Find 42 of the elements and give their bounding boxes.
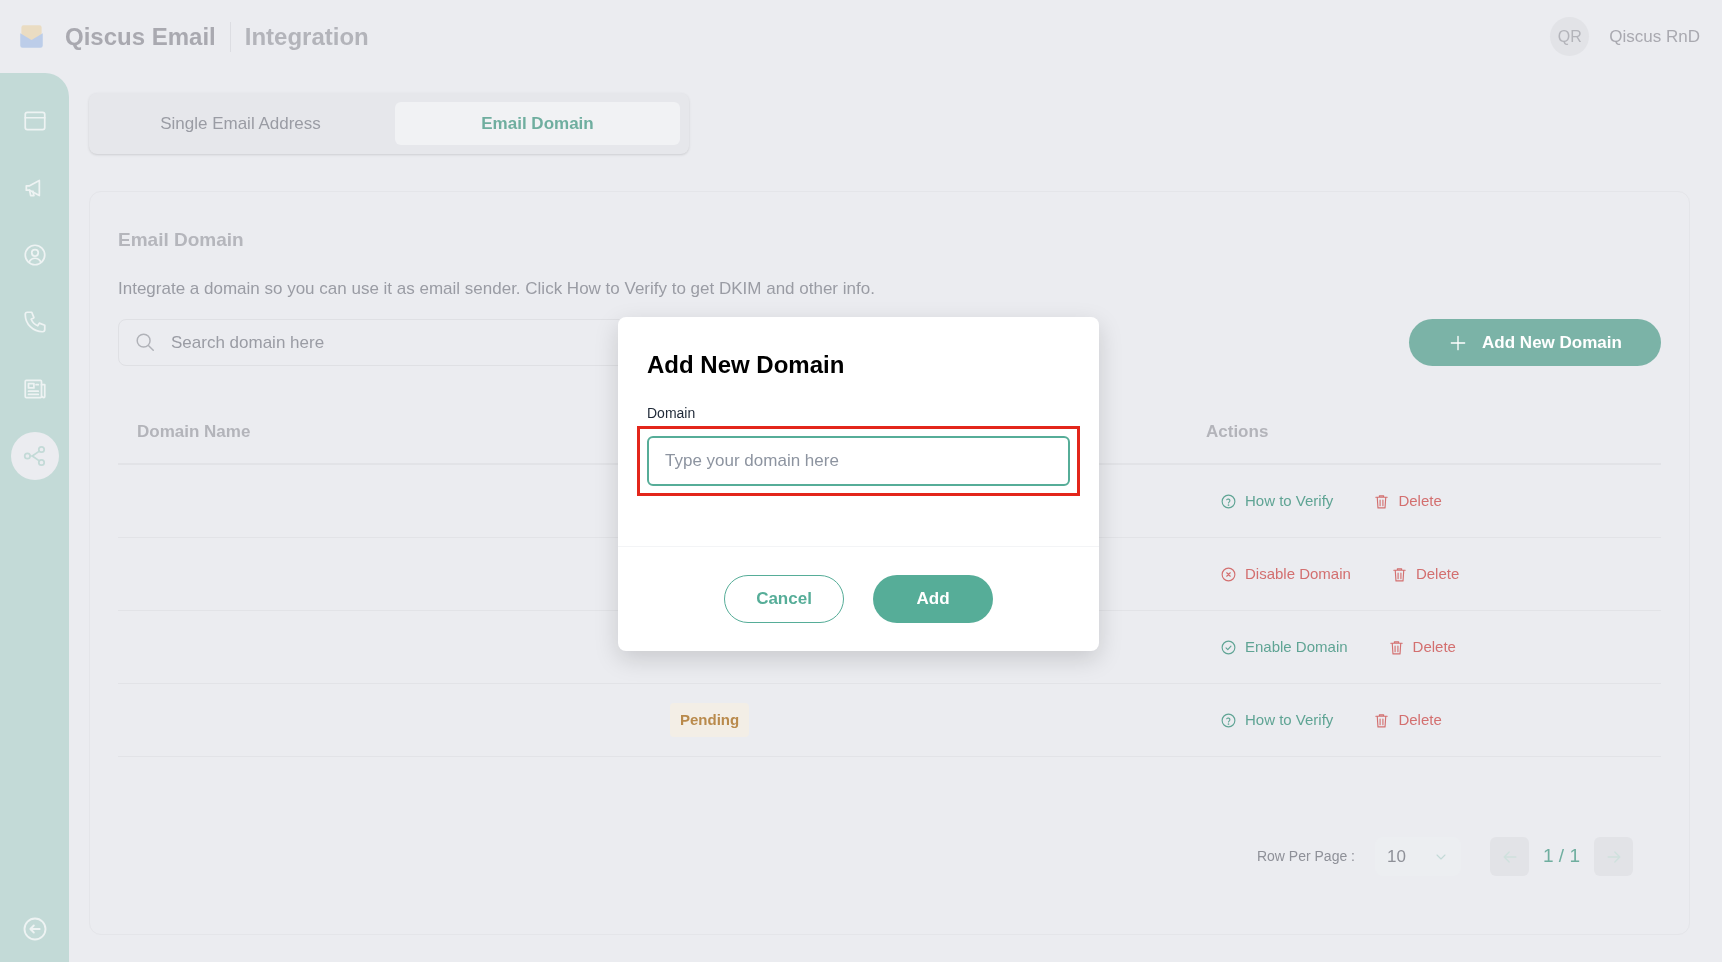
sidebar-item[interactable]	[10, 432, 59, 480]
cancel-button[interactable]: Cancel	[724, 575, 844, 623]
delete-link[interactable]: Delete	[1390, 562, 1460, 586]
user-icon	[21, 242, 48, 268]
envelope-icon	[18, 23, 45, 50]
add-domain-button[interactable]: Add New Domain	[1409, 319, 1661, 366]
delete-link[interactable]: Delete	[1387, 635, 1456, 659]
help-circle-icon	[1220, 492, 1237, 510]
action-link[interactable]: Enable Domain	[1220, 635, 1348, 659]
add-button[interactable]: Add	[873, 575, 993, 623]
action-link[interactable]: How to Verify	[1220, 708, 1334, 732]
action-link[interactable]: How to Verify	[1220, 489, 1334, 513]
x-circle-icon	[1220, 565, 1237, 583]
tab[interactable]: Email Domain	[395, 102, 680, 145]
action-link[interactable]: Disable Domain	[1220, 562, 1351, 586]
section-description: Integrate a domain so you can use it as email sender. Click How to Verify to get DKIM and other info.	[118, 277, 876, 300]
trash-icon	[1373, 711, 1391, 729]
user-name[interactable]: Qiscus RnD	[1609, 23, 1700, 50]
trash-icon	[1390, 565, 1408, 583]
field-label: Domain	[647, 404, 697, 423]
browser-window-icon	[21, 108, 48, 134]
rows-per-page-label: Row Per Page :	[1256, 847, 1355, 866]
tab[interactable]: Single Email Address	[98, 102, 383, 145]
newspaper-icon	[21, 376, 48, 402]
next-page-button[interactable]	[1594, 837, 1633, 876]
delete-link[interactable]: Delete	[1373, 489, 1442, 513]
status-badge: Pending	[670, 702, 750, 738]
previous-page-button[interactable]	[1490, 837, 1529, 876]
trash-icon	[1373, 492, 1391, 510]
check-circle-icon	[1220, 638, 1237, 656]
page-indicator: 1 / 1	[1543, 844, 1580, 869]
domain-input[interactable]: Type your domain here	[647, 436, 1070, 486]
page-title: Integration	[244, 21, 369, 52]
search-icon	[134, 331, 156, 353]
brand-name: Qiscus Email	[65, 21, 216, 52]
trash-icon	[1387, 638, 1405, 656]
delete-link[interactable]: Delete	[1373, 708, 1442, 732]
column-header: Actions	[1206, 421, 1270, 444]
phone-icon	[21, 309, 48, 335]
column-header: Domain Name	[136, 421, 252, 444]
share-icon	[21, 443, 48, 469]
help-circle-icon	[1220, 711, 1237, 729]
